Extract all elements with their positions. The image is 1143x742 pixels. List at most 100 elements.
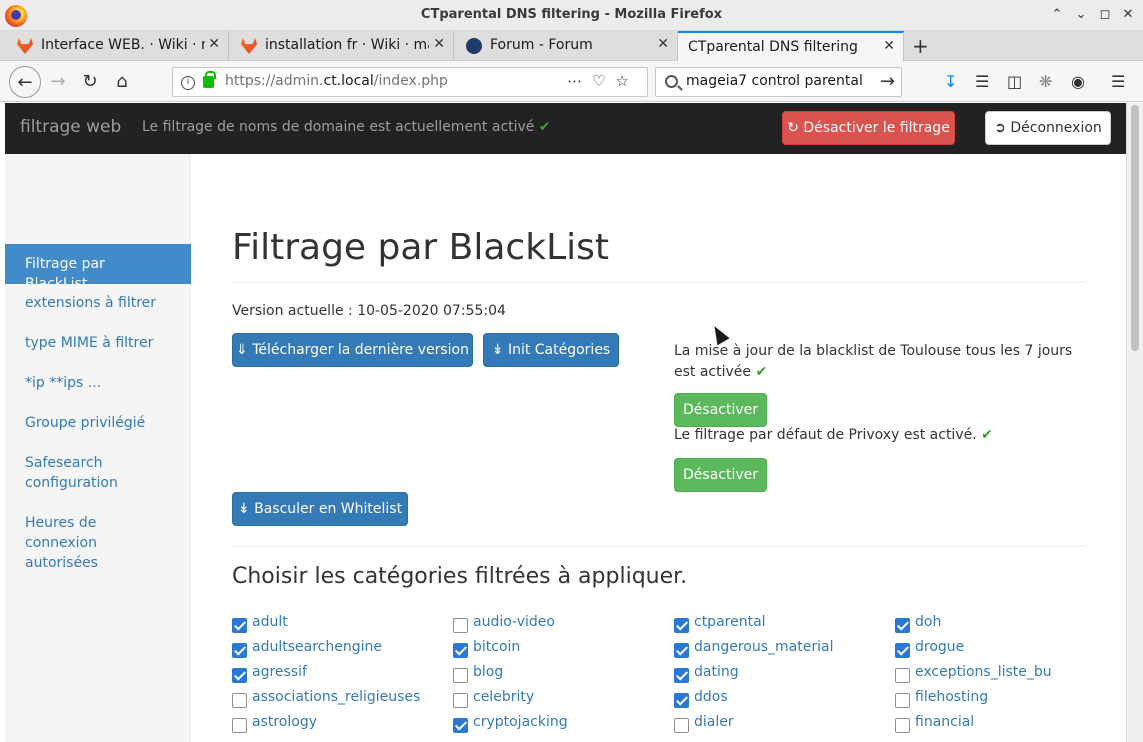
category-checkbox[interactable] xyxy=(232,693,247,708)
sidebar-item-extensions[interactable]: extensions à filtrer xyxy=(5,293,191,313)
logout-button[interactable]: ➲ Déconnexion xyxy=(985,111,1111,145)
category-checkbox[interactable] xyxy=(453,718,468,733)
account-icon[interactable]: ◉ xyxy=(1071,72,1085,91)
category-label[interactable]: ddos xyxy=(694,689,728,705)
download-latest-button[interactable]: ⇓ Télécharger la dernière version xyxy=(232,333,473,367)
category-label[interactable]: ctparental xyxy=(694,614,766,630)
forward-icon[interactable]: → xyxy=(42,66,74,98)
maximize-icon[interactable]: ◻ xyxy=(1096,6,1114,24)
category-label[interactable]: dating xyxy=(694,664,739,680)
lock-icon[interactable] xyxy=(203,71,216,88)
back-icon[interactable]: ← xyxy=(9,66,41,98)
category-label[interactable]: adult xyxy=(252,614,288,630)
category-checkbox[interactable] xyxy=(453,668,468,683)
category-checkbox[interactable] xyxy=(453,643,468,658)
tab-installation[interactable]: installation fr · Wiki · ma ✕ xyxy=(229,31,454,61)
category-label[interactable]: cryptojacking xyxy=(473,714,568,730)
window-title: CTparental DNS filtering - Mozilla Firef… xyxy=(420,7,723,22)
sidebar xyxy=(5,154,191,742)
close-tab-icon[interactable]: ✕ xyxy=(433,36,445,52)
menu-hamburger-icon[interactable]: ☰ xyxy=(1111,72,1125,91)
extension-icon[interactable]: ❋ xyxy=(1039,72,1052,91)
category-label[interactable]: dangerous_material xyxy=(694,639,833,655)
url-bar[interactable]: i https://admin.ct.local/index.php ⋯♡☆ xyxy=(172,67,648,97)
category-label[interactable]: financial xyxy=(915,714,974,730)
category-checkbox[interactable] xyxy=(453,618,468,633)
category-label[interactable]: associations_religieuses xyxy=(252,689,420,705)
close-tab-icon[interactable]: ✕ xyxy=(883,38,895,54)
page-actions-icon[interactable]: ⋯ xyxy=(567,72,592,90)
minimize-icon[interactable]: ⌃ xyxy=(1048,6,1066,24)
category-checkbox[interactable] xyxy=(895,643,910,658)
disable-privoxy-button[interactable]: Désactiver xyxy=(674,458,767,492)
category-checkbox[interactable] xyxy=(895,618,910,633)
gitlab-icon xyxy=(241,38,257,54)
close-tab-icon[interactable]: ✕ xyxy=(208,36,220,52)
privoxy-status-text: Le filtrage par défaut de Privoxy est ac… xyxy=(674,427,993,443)
category-checkbox[interactable] xyxy=(674,618,689,633)
category-checkbox[interactable] xyxy=(232,643,247,658)
category-label[interactable]: drogue xyxy=(915,639,964,655)
sidebar-item-privileged-group[interactable]: Groupe privilégié xyxy=(5,413,191,433)
bookmark-star-icon[interactable]: ☆ xyxy=(616,72,639,90)
sidebar-item-ips[interactable]: *ip **ips ... xyxy=(5,373,191,393)
category-checkbox[interactable] xyxy=(895,718,910,733)
tab-forum[interactable]: Forum - Forum ✕ xyxy=(454,31,678,61)
category-label[interactable]: dialer xyxy=(694,714,734,730)
search-go-icon[interactable]: → xyxy=(880,71,895,92)
category-label[interactable]: doh xyxy=(915,614,941,630)
url-text[interactable]: https://admin.ct.local/index.php xyxy=(225,73,448,89)
sidebar-item-safesearch[interactable]: Safesearch configuration xyxy=(5,453,155,493)
download-icon[interactable]: ↧ xyxy=(944,72,957,91)
reload-icon[interactable]: ↻ xyxy=(74,66,106,98)
close-window-icon[interactable]: ✕ xyxy=(1119,6,1137,24)
scrollbar-thumb[interactable] xyxy=(1131,105,1139,351)
category-checkbox[interactable] xyxy=(674,718,689,733)
page-title: Filtrage par BlackList xyxy=(232,227,609,268)
category-checkbox[interactable] xyxy=(674,693,689,708)
category-label[interactable]: audio-video xyxy=(473,614,555,630)
tab-label: installation fr · Wiki · ma xyxy=(265,37,429,53)
sidebar-toggle-icon[interactable]: ◫ xyxy=(1007,72,1022,91)
category-checkbox[interactable] xyxy=(232,718,247,733)
category-label[interactable]: filehosting xyxy=(915,689,988,705)
tab-interface-web[interactable]: Interface WEB. · Wiki · m ✕ xyxy=(5,31,229,61)
home-icon[interactable]: ⌂ xyxy=(106,66,138,98)
restore-down-icon[interactable]: ⌄ xyxy=(1072,6,1090,24)
category-label[interactable]: agressif xyxy=(252,664,307,680)
sidebar-item-connection-hours[interactable]: Heures de connexion autorisées xyxy=(5,513,175,573)
download-circle-icon: ⇓ xyxy=(236,342,248,358)
category-checkbox[interactable] xyxy=(232,668,247,683)
tab-label: CTparental DNS filtering xyxy=(688,39,858,55)
category-checkbox[interactable] xyxy=(453,693,468,708)
search-input[interactable] xyxy=(686,73,876,89)
category-label[interactable]: celebrity xyxy=(473,689,534,705)
new-tab-icon[interactable]: + xyxy=(912,34,929,58)
category-checkbox[interactable] xyxy=(674,668,689,683)
page-scrollbar[interactable] xyxy=(1126,103,1143,742)
close-tab-icon[interactable]: ✕ xyxy=(657,36,669,52)
library-icon[interactable]: ☰ xyxy=(975,72,989,91)
gitlab-icon xyxy=(17,38,33,54)
category-label[interactable]: astrology xyxy=(252,714,317,730)
category-label[interactable]: blog xyxy=(473,664,503,680)
pocket-icon[interactable]: ♡ xyxy=(592,72,615,90)
forum-icon xyxy=(466,38,482,54)
disable-filtering-button[interactable]: ↻ Désactiver le filtrage xyxy=(782,111,955,145)
sidebar-item-mime[interactable]: type MIME à filtrer xyxy=(5,333,191,353)
category-checkbox[interactable] xyxy=(674,643,689,658)
disable-toulouse-update-button[interactable]: Désactiver xyxy=(674,393,767,427)
category-label[interactable]: exceptions_liste_bu xyxy=(915,664,1052,680)
search-bar[interactable]: → xyxy=(655,67,902,97)
sidebar-item-blacklist[interactable]: Filtrage par BlackList xyxy=(5,244,191,292)
category-checkbox[interactable] xyxy=(895,693,910,708)
tab-ctparental[interactable]: CTparental DNS filtering ✕ xyxy=(678,31,904,62)
init-categories-button[interactable]: ↡ Init Catégories xyxy=(483,333,619,367)
category-label[interactable]: bitcoin xyxy=(473,639,520,655)
category-checkbox[interactable] xyxy=(232,618,247,633)
switch-whitelist-button[interactable]: ↡ Basculer en Whitelist xyxy=(232,492,408,526)
category-checkbox[interactable] xyxy=(895,668,910,683)
site-info-icon[interactable]: i xyxy=(181,76,195,90)
brand-title[interactable]: filtrage web xyxy=(20,117,121,137)
category-label[interactable]: adultsearchengine xyxy=(252,639,382,655)
